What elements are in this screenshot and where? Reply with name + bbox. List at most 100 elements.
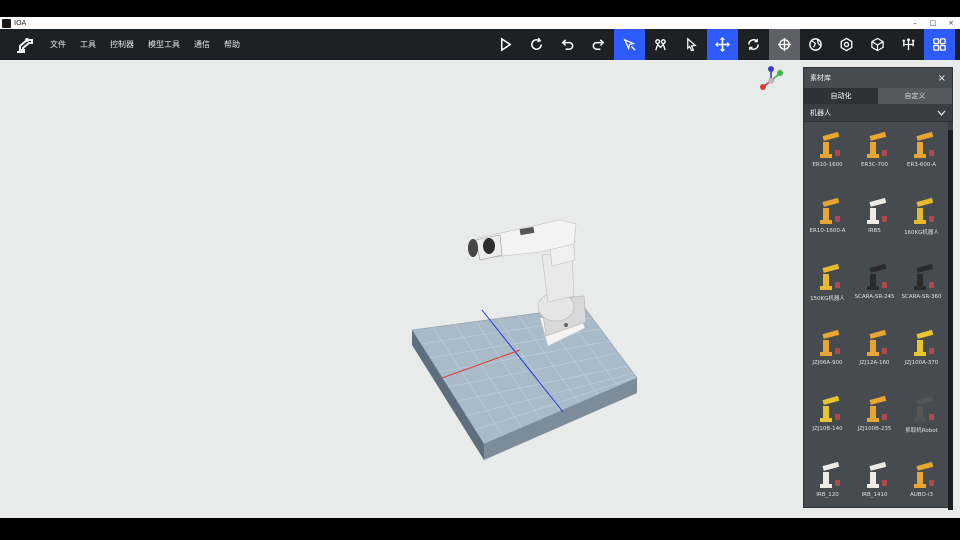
category-dropdown[interactable]: 机器人 (804, 104, 952, 122)
tree-icon (902, 38, 915, 51)
hierarchy-button[interactable] (893, 29, 924, 60)
panel-header: 素材库 × (804, 68, 952, 88)
undo-button[interactable] (552, 29, 583, 60)
asset-item[interactable]: AUBO-i3 (898, 452, 945, 508)
redo-button[interactable] (583, 29, 614, 60)
asset-item[interactable]: IRB5 (851, 188, 898, 254)
app-icon (2, 18, 11, 28)
asset-item-label: ER10-1600 (812, 162, 843, 168)
asset-item-label: JZJ100A-370 (904, 360, 939, 366)
asset-item[interactable]: JZJ12A-160 (851, 320, 898, 386)
menu-bar: 文件 工具 控制器 模型工具 通信 帮助 (50, 39, 254, 50)
robot-thumbnail-icon (867, 263, 887, 290)
asset-item[interactable]: JZJ10B-140 (804, 386, 851, 452)
pointer-tool-button[interactable] (676, 29, 707, 60)
asset-grid: ER10-1600 ER3C-700 ER3-600-A ER10-1600-A IRB… (804, 122, 947, 508)
bottom-bar (0, 518, 960, 540)
play-icon (501, 37, 512, 52)
settings-button[interactable] (831, 29, 862, 60)
asset-item[interactable]: JZJ100B-235 (851, 386, 898, 452)
model-button[interactable] (862, 29, 893, 60)
panel-title: 素材库 (810, 74, 831, 82)
asset-item[interactable]: JZJ100A-370 (898, 320, 945, 386)
robot-thumbnail-icon (867, 395, 887, 422)
asset-item-label: IRB_120 (816, 492, 839, 498)
select-tool-button[interactable] (614, 29, 645, 60)
move-tool-button[interactable] (707, 29, 738, 60)
asset-item-label: 150KG机器人 (810, 296, 845, 302)
menu-communication[interactable]: 通信 (194, 39, 210, 50)
minimize-button[interactable]: – (906, 17, 924, 29)
panel-scrollbar[interactable] (948, 122, 953, 510)
reset-button[interactable] (521, 29, 552, 60)
panel-close-button[interactable]: × (938, 73, 946, 84)
asset-grid-viewport: ER10-1600 ER3C-700 ER3-600-A ER10-1600-A IRB… (804, 122, 947, 508)
tab-automation[interactable]: 自动化 (804, 88, 878, 104)
grid-icon (933, 38, 946, 51)
rotate-icon (748, 38, 759, 51)
undo-icon (561, 39, 574, 50)
menu-controller[interactable]: 控制器 (110, 39, 134, 50)
asset-item[interactable]: IRB_1410 (851, 452, 898, 508)
menu-file[interactable]: 文件 (50, 39, 66, 50)
ground-platform[interactable] (411, 306, 638, 460)
title-bar: IOA – □ × (0, 17, 960, 29)
asset-item[interactable]: 160KG机器人 (898, 188, 945, 254)
asset-item[interactable]: SCARA-SR-360 (898, 254, 945, 320)
asset-item-label: 160KG机器人 (904, 230, 939, 236)
menu-model-tools[interactable]: 模型工具 (148, 39, 180, 50)
asset-item-label: SCARA-SR-360 (901, 294, 942, 300)
robot-thumbnail-icon (820, 197, 840, 224)
asset-item[interactable]: ER10-1600 (804, 122, 851, 188)
maximize-button[interactable]: □ (924, 17, 942, 29)
center-tool-button[interactable] (769, 29, 800, 60)
asset-item[interactable]: ER3-600-A (898, 122, 945, 188)
select-cursor-icon (623, 38, 636, 51)
app-window: IOA – □ × 文件 工具 控制器 模型工具 通信 帮助 素材库 × 自动化… (0, 0, 960, 540)
play-button[interactable] (490, 29, 521, 60)
asset-item-label: AUBO-i3 (910, 492, 933, 498)
move-icon (715, 37, 730, 52)
panel-scrollbar-thumb[interactable] (948, 130, 953, 510)
robot-thumbnail-icon (820, 395, 840, 422)
asset-item-label: JZJ10B-140 (812, 426, 843, 432)
orientation-gizmo[interactable] (760, 66, 783, 90)
asset-item-label: SCARA-SR-245 (854, 294, 895, 300)
robot-thumbnail-icon (820, 461, 840, 488)
robot-thumbnail-icon (914, 131, 934, 158)
asset-item-label: IRB5 (868, 228, 881, 234)
asset-item[interactable]: 150KG机器人 (804, 254, 851, 320)
window-controls: – □ × (906, 17, 960, 29)
menu-help[interactable]: 帮助 (224, 39, 240, 50)
robot-tool-button[interactable] (645, 29, 676, 60)
asset-item[interactable]: ER10-1600-A (804, 188, 851, 254)
tab-custom[interactable]: 自定义 (878, 88, 952, 104)
robot-thumbnail-icon (867, 131, 887, 158)
robot-arm-icon (655, 39, 666, 51)
asset-item[interactable]: SCARA-SR-245 (851, 254, 898, 320)
asset-item-label: ER3-600-A (907, 162, 936, 168)
category-dropdown-value: 机器人 (810, 108, 831, 117)
robot-thumbnail-icon (820, 329, 840, 356)
asset-item-label: IRB_1410 (861, 492, 888, 498)
settings-icon (840, 37, 853, 52)
asset-item[interactable]: JZJ06A-900 (804, 320, 851, 386)
menu-tools[interactable]: 工具 (80, 39, 96, 50)
asset-item[interactable]: ER3C-700 (851, 122, 898, 188)
cube-icon (871, 37, 884, 52)
close-window-button[interactable]: × (942, 17, 960, 29)
robot-thumbnail-icon (914, 329, 934, 356)
library-button[interactable] (924, 29, 955, 60)
main-toolbar: 文件 工具 控制器 模型工具 通信 帮助 (0, 29, 960, 60)
tool-buttons (490, 29, 955, 60)
robot-thumbnail-icon (914, 263, 934, 290)
world-button[interactable] (800, 29, 831, 60)
globe-icon (809, 38, 822, 51)
asset-item[interactable]: 抓取机Robot (898, 386, 945, 452)
pointer-icon (687, 37, 697, 52)
asset-item-label: ER3C-700 (860, 162, 889, 168)
asset-library-panel: 素材库 × 自动化 自定义 机器人 ER10-1600 ER3C-700 ER3-6… (803, 67, 953, 510)
rotate-tool-button[interactable] (738, 29, 769, 60)
asset-item[interactable]: IRB_120 (804, 452, 851, 508)
chevron-down-icon (937, 110, 946, 116)
